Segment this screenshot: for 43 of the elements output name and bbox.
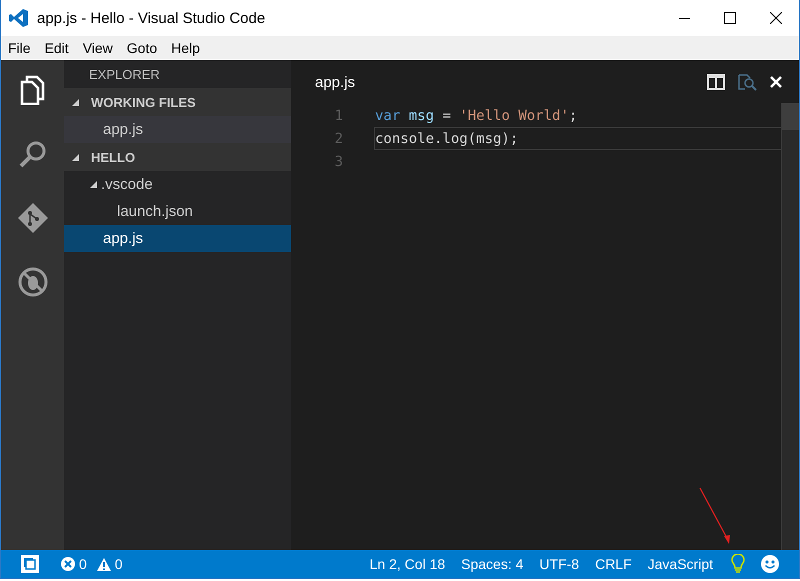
split-editor-icon[interactable]	[707, 74, 725, 90]
warning-icon	[96, 558, 111, 570]
status-item[interactable]: Ln 2, Col 18	[362, 556, 454, 572]
menu-item[interactable]: File	[1, 40, 38, 56]
expanded-triangle-icon[interactable]	[72, 98, 79, 106]
search-icon[interactable]	[737, 73, 757, 91]
sidebar-title: EXPLORER	[88, 66, 161, 84]
tree-item[interactable]: app.js	[64, 116, 291, 143]
close-icon[interactable]	[770, 12, 782, 24]
line-number: 1	[334, 108, 343, 124]
menu-item[interactable]: Help	[164, 40, 207, 56]
menu-item[interactable]: Goto	[120, 40, 164, 56]
editor-tab[interactable]: app.js	[315, 74, 707, 90]
expanded-triangle-icon[interactable]	[72, 154, 79, 160]
status-item[interactable]: CRLF	[587, 556, 640, 572]
annotation-arrow	[699, 488, 730, 544]
lightbulb-icon[interactable]	[731, 554, 745, 574]
tree-item[interactable]: .vscode	[64, 171, 291, 198]
window-title: app.js - Hello - Visual Studio Code	[37, 10, 266, 26]
scrollbar[interactable]	[781, 103, 799, 550]
status-item[interactable]: JavaScript	[640, 556, 721, 572]
error-icon	[61, 557, 75, 571]
status-item[interactable]: Spaces: 4	[453, 556, 532, 572]
search-icon	[18, 139, 48, 169]
app-logo-icon	[9, 8, 29, 28]
debug-icon	[18, 267, 48, 297]
menu-item[interactable]: View	[76, 40, 120, 56]
status-item[interactable]: UTF-8	[531, 556, 588, 572]
git-icon	[16, 202, 48, 234]
line-number: 2	[334, 130, 343, 146]
tree-item[interactable]: app.js	[64, 225, 291, 252]
problems-button[interactable]: 0 0	[61, 556, 123, 572]
maximize-icon[interactable]	[724, 12, 736, 24]
line-number: 3	[334, 154, 343, 170]
section-header[interactable]: WORKING FILES	[64, 88, 291, 116]
feedback-icon[interactable]	[21, 555, 39, 573]
tree-item[interactable]: launch.json	[64, 198, 291, 225]
smiley-icon[interactable]	[761, 555, 779, 573]
files-icon[interactable]	[18, 75, 46, 105]
section-header[interactable]: HELLO	[64, 143, 291, 171]
code-line: var msg = 'Hello World';	[374, 106, 578, 126]
expanded-triangle-icon[interactable]	[90, 181, 97, 188]
menu-item[interactable]: Edit	[38, 40, 76, 56]
